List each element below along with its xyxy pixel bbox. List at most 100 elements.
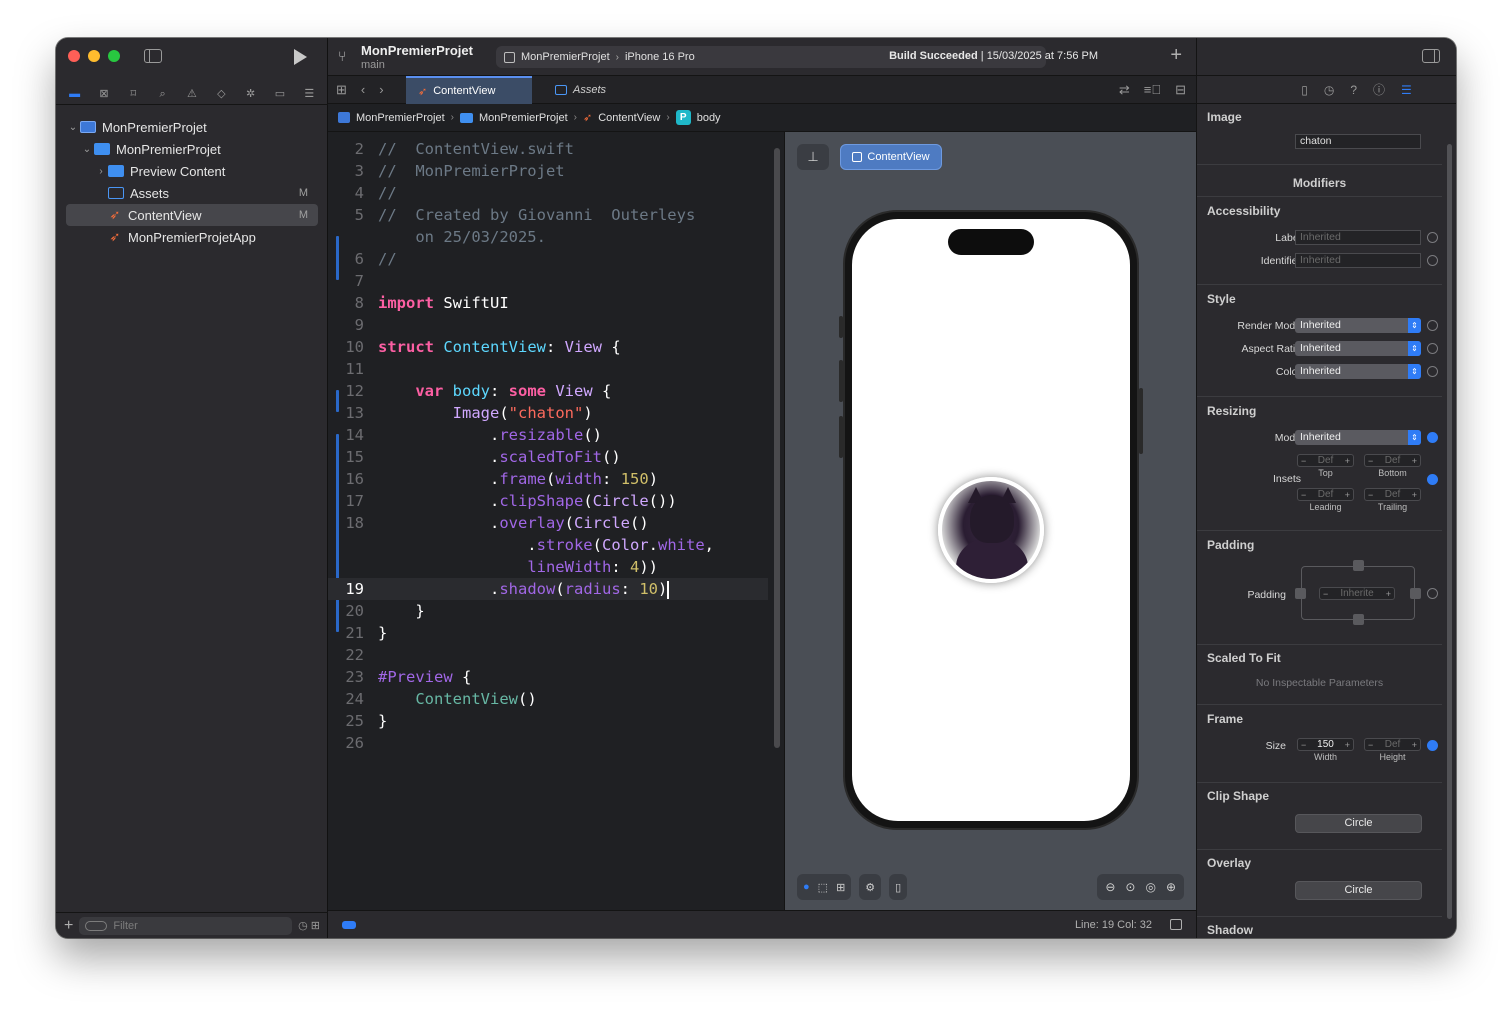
add-icon[interactable]: +	[64, 917, 73, 935]
insets-label: Insets	[1272, 473, 1301, 485]
test-icon[interactable]: ◇	[214, 88, 228, 100]
breakpoint-icon[interactable]: ▭	[273, 88, 287, 100]
chevron-left-icon[interactable]: ‹	[361, 82, 365, 98]
breadcrumb-symbol[interactable]: body	[697, 112, 721, 124]
frame-height-stepper[interactable]: − Def +	[1364, 738, 1421, 751]
breadcrumb-project[interactable]: MonPremierProjet	[356, 112, 445, 124]
help-icon[interactable]: ?	[1350, 83, 1357, 97]
close-window-button[interactable]	[68, 50, 80, 62]
zoom-actual-icon[interactable]: ◎	[1145, 880, 1155, 894]
tab-contentview[interactable]: ➶ ContentView	[406, 76, 532, 104]
tree-item-project[interactable]: ⌄ MonPremierProjet	[66, 116, 318, 138]
inherit-radio[interactable]	[1427, 255, 1438, 266]
tree-item-group[interactable]: ⌄ MonPremierProjet	[66, 138, 318, 160]
add-icon[interactable]: +	[1170, 44, 1182, 67]
chevron-down-icon[interactable]: ⌄	[66, 122, 80, 133]
set-radio[interactable]	[1427, 740, 1438, 751]
inherit-radio[interactable]	[1427, 232, 1438, 243]
variants-icon[interactable]: ⊞	[836, 881, 845, 894]
inset-trailing-stepper[interactable]: − Def +	[1364, 488, 1421, 501]
editor-options-icon[interactable]: ≡⃞	[1144, 82, 1161, 98]
source-control-icon[interactable]: ⊠	[97, 88, 111, 100]
chevron-right-icon[interactable]: ›	[379, 82, 383, 98]
accessibility-label-field[interactable]: Inherited	[1295, 230, 1421, 245]
tree-item-assets[interactable]: Assets M	[66, 182, 318, 204]
clip-shape-button[interactable]: Circle	[1295, 814, 1422, 833]
chevron-right-icon[interactable]: ›	[94, 166, 108, 177]
overlay-button[interactable]: Circle	[1295, 881, 1422, 900]
source-editor[interactable]: 2// ContentView.swift 3// MonPremierProj…	[328, 132, 784, 910]
color-popup[interactable]: Inherited ⇕	[1295, 364, 1421, 379]
panel-icon[interactable]	[1170, 919, 1182, 930]
chevron-down-icon[interactable]: ⌄	[80, 144, 94, 155]
zoom-fit-icon[interactable]: ⊙	[1125, 880, 1135, 894]
selectable-icon[interactable]: ⬚	[818, 881, 828, 894]
pin-icon[interactable]: ⊥	[797, 144, 829, 170]
inspector-scrollbar[interactable]	[1447, 144, 1452, 919]
frame-width-stepper[interactable]: −150 +	[1297, 738, 1354, 751]
file-icon[interactable]: ▯	[1301, 83, 1308, 97]
filter-options-icon[interactable]	[85, 920, 108, 931]
bookmark-icon[interactable]: ⌑	[126, 88, 140, 100]
mode-label: Mode	[1274, 432, 1301, 444]
branch-name[interactable]: main	[361, 59, 385, 71]
padding-stepper[interactable]: − Inherite +	[1319, 587, 1395, 600]
history-icon[interactable]: ◷	[1324, 83, 1334, 97]
set-radio[interactable]	[1427, 432, 1438, 443]
report-icon[interactable]: ☰	[302, 88, 316, 100]
minimize-window-button[interactable]	[88, 50, 100, 62]
inherit-radio[interactable]	[1427, 588, 1438, 599]
padding-leading-toggle[interactable]	[1295, 588, 1306, 599]
folder-icon[interactable]: ▬	[68, 88, 82, 100]
inspector-toggle-icon[interactable]	[1422, 49, 1440, 63]
aspect-ratio-popup[interactable]: Inherited ⇕	[1295, 341, 1421, 356]
recent-files-icon[interactable]: ◷ ⊞	[298, 919, 320, 932]
breadcrumb-file[interactable]: ContentView	[598, 112, 660, 124]
render-mode-popup[interactable]: Inherited ⇕	[1295, 318, 1421, 333]
project-title[interactable]: MonPremierProjet	[361, 43, 473, 58]
run-button[interactable]	[294, 49, 307, 65]
padding-bottom-toggle[interactable]	[1353, 614, 1364, 625]
padding-trailing-toggle[interactable]	[1410, 588, 1421, 599]
preview-chip[interactable]: ContentView	[840, 144, 942, 170]
breadcrumb-group[interactable]: MonPremierProjet	[479, 112, 568, 124]
debug-icon[interactable]: ✲	[244, 88, 258, 100]
scheme-target[interactable]: MonPremierProjet	[521, 51, 610, 63]
inherit-radio[interactable]	[1427, 343, 1438, 354]
inset-top-stepper[interactable]: − Def +	[1297, 454, 1354, 467]
sidebar-toggle-icon[interactable]	[144, 49, 162, 63]
debug-area-toggle-icon[interactable]	[342, 921, 356, 929]
tree-item-preview-content[interactable]: › Preview Content	[66, 160, 318, 182]
tree-item-contentview[interactable]: ➶ ContentView M	[66, 204, 318, 226]
split-editor-icon[interactable]: ⊟	[1175, 82, 1186, 98]
zoom-window-button[interactable]	[108, 50, 120, 62]
swap-icon[interactable]: ⇄	[1119, 82, 1130, 98]
tab-assets[interactable]: Assets	[543, 76, 653, 104]
grid-icon[interactable]: ⊞	[336, 82, 347, 98]
zoom-out-icon[interactable]: ⊖	[1105, 880, 1115, 894]
attributes-icon[interactable]: ☰	[1401, 83, 1412, 97]
device-settings-icon[interactable]: ⚙	[865, 881, 875, 894]
resizing-mode-popup[interactable]: Inherited ⇕	[1295, 430, 1421, 445]
warning-icon[interactable]: ⚠	[185, 88, 199, 100]
popup-value: Inherited	[1300, 342, 1341, 354]
tree-item-app[interactable]: ➶ MonPremierProjetApp	[66, 226, 318, 248]
scheme-device[interactable]: iPhone 16 Pro	[625, 51, 695, 63]
live-preview-icon[interactable]: ●	[803, 881, 810, 893]
search-icon[interactable]: ⌕	[156, 88, 170, 100]
inset-leading-stepper[interactable]: − Def +	[1297, 488, 1354, 501]
zoom-in-icon[interactable]: ⊕	[1166, 880, 1176, 894]
set-radio[interactable]	[1427, 474, 1438, 485]
inherit-radio[interactable]	[1427, 366, 1438, 377]
editor-tab-bar: ⊞ ‹ › ➶ ContentView Assets ⇄ ≡⃞ ⊟	[328, 76, 1196, 104]
image-name-field[interactable]: chaton	[1295, 134, 1421, 149]
inset-bottom-stepper[interactable]: − Def +	[1364, 454, 1421, 467]
filter-input[interactable]: Filter	[79, 916, 293, 935]
cat-image[interactable]	[938, 477, 1044, 583]
accessibility-identifier-field[interactable]: Inherited	[1295, 253, 1421, 268]
identity-icon[interactable]: ⓘ	[1373, 81, 1385, 98]
padding-top-toggle[interactable]	[1353, 560, 1364, 571]
editor-scrollbar[interactable]	[774, 148, 780, 748]
iphone-icon[interactable]: ▯	[895, 881, 901, 894]
inherit-radio[interactable]	[1427, 320, 1438, 331]
